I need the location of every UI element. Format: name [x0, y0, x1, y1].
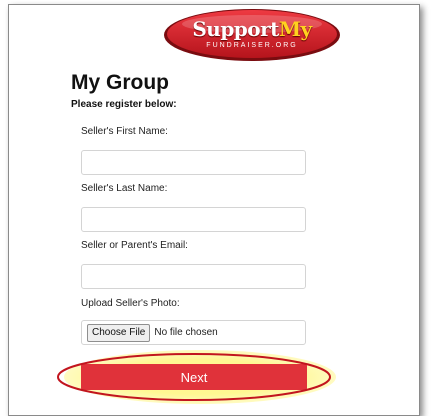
file-status-text: No file chosen [154, 327, 218, 338]
photo-upload-field: Choose File No file chosen [81, 320, 306, 345]
logo-word-my: My [278, 17, 312, 41]
logo-word-support: Support [192, 17, 279, 41]
photo-label: Upload Seller's Photo: [81, 298, 180, 309]
support-my-fundraiser-logo: SupportMy FUNDRAISER.ORG [163, 8, 341, 62]
page-title: My Group [71, 71, 169, 94]
first-name-field[interactable] [81, 150, 306, 175]
email-label: Seller or Parent's Email: [81, 240, 188, 251]
logo-wordmark: SupportMy [163, 18, 341, 40]
next-button[interactable]: Next [81, 364, 307, 390]
logo-subtext: FUNDRAISER.ORG [206, 42, 298, 49]
email-field[interactable] [81, 264, 306, 289]
page-subtitle: Please register below: [71, 99, 177, 110]
last-name-field[interactable] [81, 207, 306, 232]
choose-file-button[interactable]: Choose File [87, 323, 151, 342]
first-name-label: Seller's First Name: [81, 126, 168, 137]
last-name-label: Seller's Last Name: [81, 183, 168, 194]
